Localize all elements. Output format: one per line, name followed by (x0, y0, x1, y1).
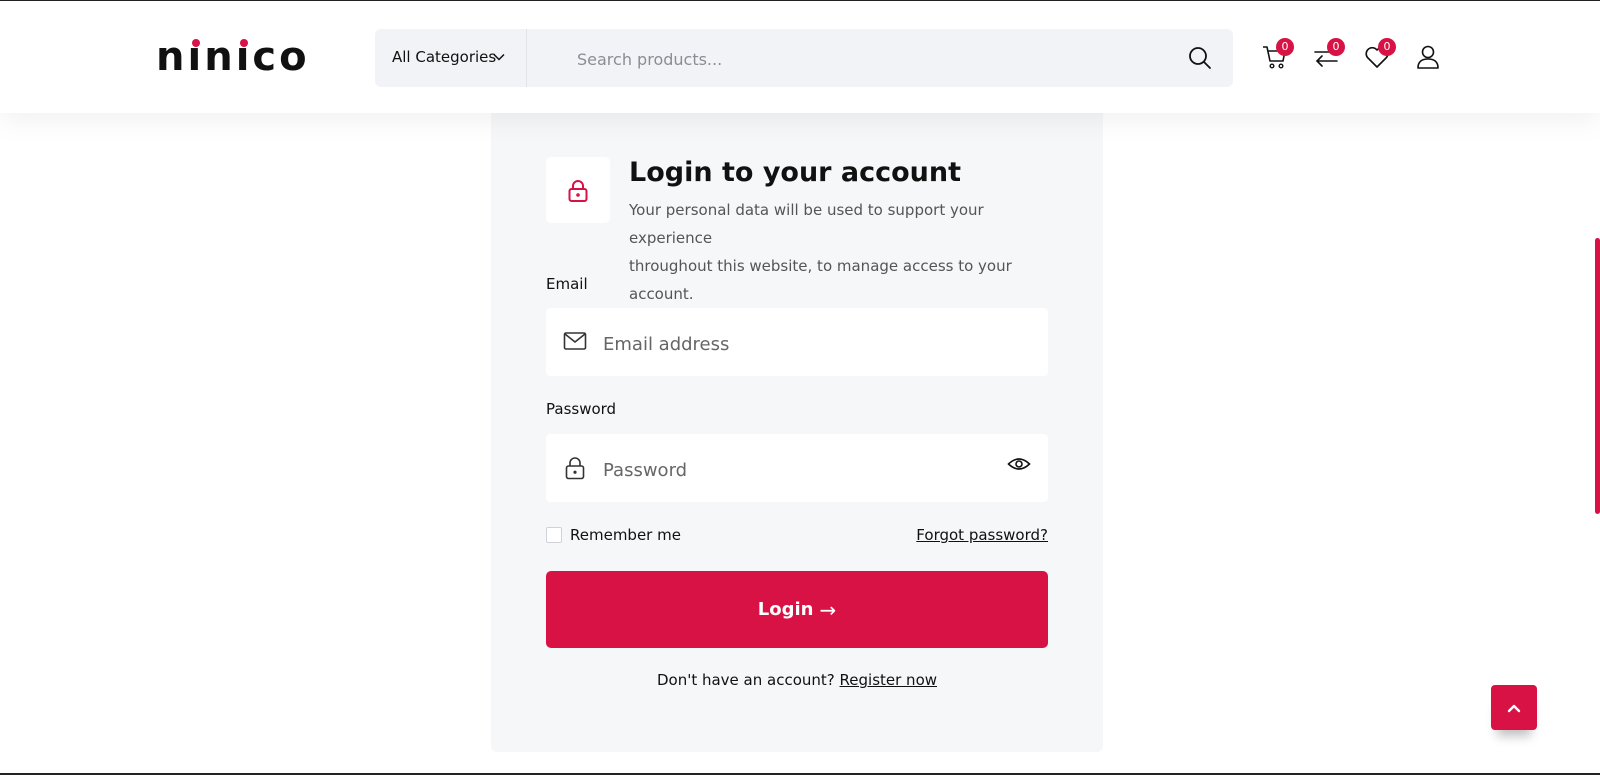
search-bar: All Categories (375, 29, 1233, 87)
password-label: Password (546, 400, 617, 418)
wishlist-button[interactable]: 0 (1364, 38, 1396, 70)
wishlist-count-badge: 0 (1378, 38, 1396, 56)
account-button[interactable] (1415, 44, 1441, 70)
login-title: Login to your account (629, 157, 962, 188)
search-input[interactable] (575, 46, 1139, 72)
register-link[interactable]: Register now (840, 671, 937, 689)
register-prompt-text: Don't have an account? (656, 671, 835, 689)
search-icon[interactable] (1187, 45, 1213, 71)
mail-icon (563, 332, 587, 350)
site-logo[interactable]: nınıco (156, 37, 310, 77)
password-field (546, 434, 1048, 502)
scroll-to-top-button[interactable] (1491, 685, 1537, 730)
login-button-label: Login (757, 599, 814, 620)
compare-button[interactable]: 0 (1313, 38, 1345, 70)
compare-count-badge: 0 (1327, 38, 1345, 56)
category-select-label: All Categories (392, 48, 497, 66)
password-input[interactable] (601, 456, 985, 484)
chevron-up-icon (1507, 704, 1521, 713)
email-field (546, 308, 1048, 376)
forgot-password-link[interactable]: Forgot password? (916, 526, 1048, 544)
login-lock-tile (546, 157, 610, 223)
email-label: Email (546, 275, 588, 293)
cart-button[interactable]: 0 (1262, 38, 1294, 70)
login-description: Your personal data will be used to suppo… (629, 201, 1012, 303)
chevron-down-icon (493, 53, 505, 61)
site-header: nınıco All Categories 0 0 (0, 1, 1600, 113)
lock-icon (565, 457, 585, 480)
scrollbar-thumb[interactable] (1595, 238, 1600, 514)
email-input[interactable] (601, 330, 985, 358)
remember-me-checkbox[interactable] (546, 527, 562, 543)
cart-count-badge: 0 (1276, 38, 1294, 56)
user-icon (1417, 45, 1439, 69)
remember-me-label[interactable]: Remember me (570, 526, 681, 544)
category-select[interactable]: All Categories (375, 29, 527, 87)
register-prompt: Don't have an account? Register now (546, 671, 1048, 689)
arrow-right-icon: → (819, 597, 837, 622)
login-button[interactable]: Login → (546, 571, 1048, 648)
lock-icon (568, 180, 588, 202)
show-password-eye-icon[interactable] (1007, 452, 1031, 476)
